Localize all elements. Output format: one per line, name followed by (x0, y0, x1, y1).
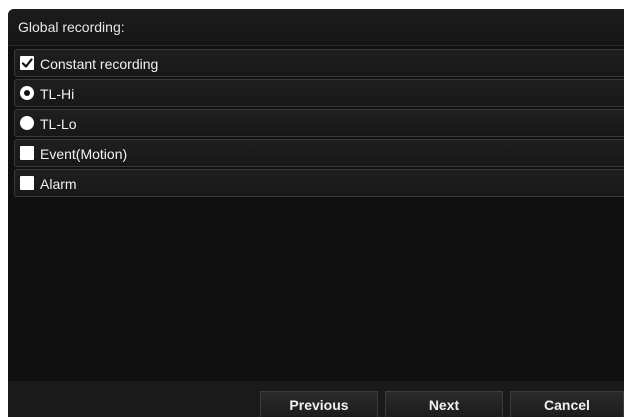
alarm-label: Alarm (40, 176, 77, 192)
event-motion-checkbox[interactable] (20, 146, 34, 160)
alarm-option[interactable]: Alarm (14, 169, 624, 197)
radio-selected-dot-icon (24, 90, 30, 96)
tl-lo-option[interactable]: TL-Lo (14, 109, 624, 137)
previous-button[interactable]: Previous (260, 391, 378, 417)
tl-lo-radio[interactable] (20, 116, 34, 130)
next-button[interactable]: Next (385, 391, 503, 417)
event-motion-label: Event(Motion) (40, 146, 128, 162)
global-recording-panel: Global recording: Constant recording TL-… (8, 9, 624, 417)
panel-title: Global recording: (18, 19, 125, 35)
constant-recording-option[interactable]: Constant recording (14, 49, 624, 77)
cancel-button[interactable]: Cancel (510, 391, 624, 417)
tl-hi-radio[interactable] (20, 86, 34, 100)
panel-header: Global recording: (8, 9, 624, 46)
tl-hi-label: TL-Hi (40, 86, 75, 102)
alarm-checkbox[interactable] (20, 176, 34, 190)
event-motion-option[interactable]: Event(Motion) (14, 139, 624, 167)
constant-recording-checkbox[interactable] (20, 56, 34, 70)
tl-lo-label: TL-Lo (40, 116, 77, 132)
constant-recording-label: Constant recording (40, 56, 159, 72)
tl-hi-option[interactable]: TL-Hi (14, 79, 624, 107)
wizard-footer: Previous Next Cancel (8, 381, 624, 417)
checkmark-icon (21, 58, 33, 68)
